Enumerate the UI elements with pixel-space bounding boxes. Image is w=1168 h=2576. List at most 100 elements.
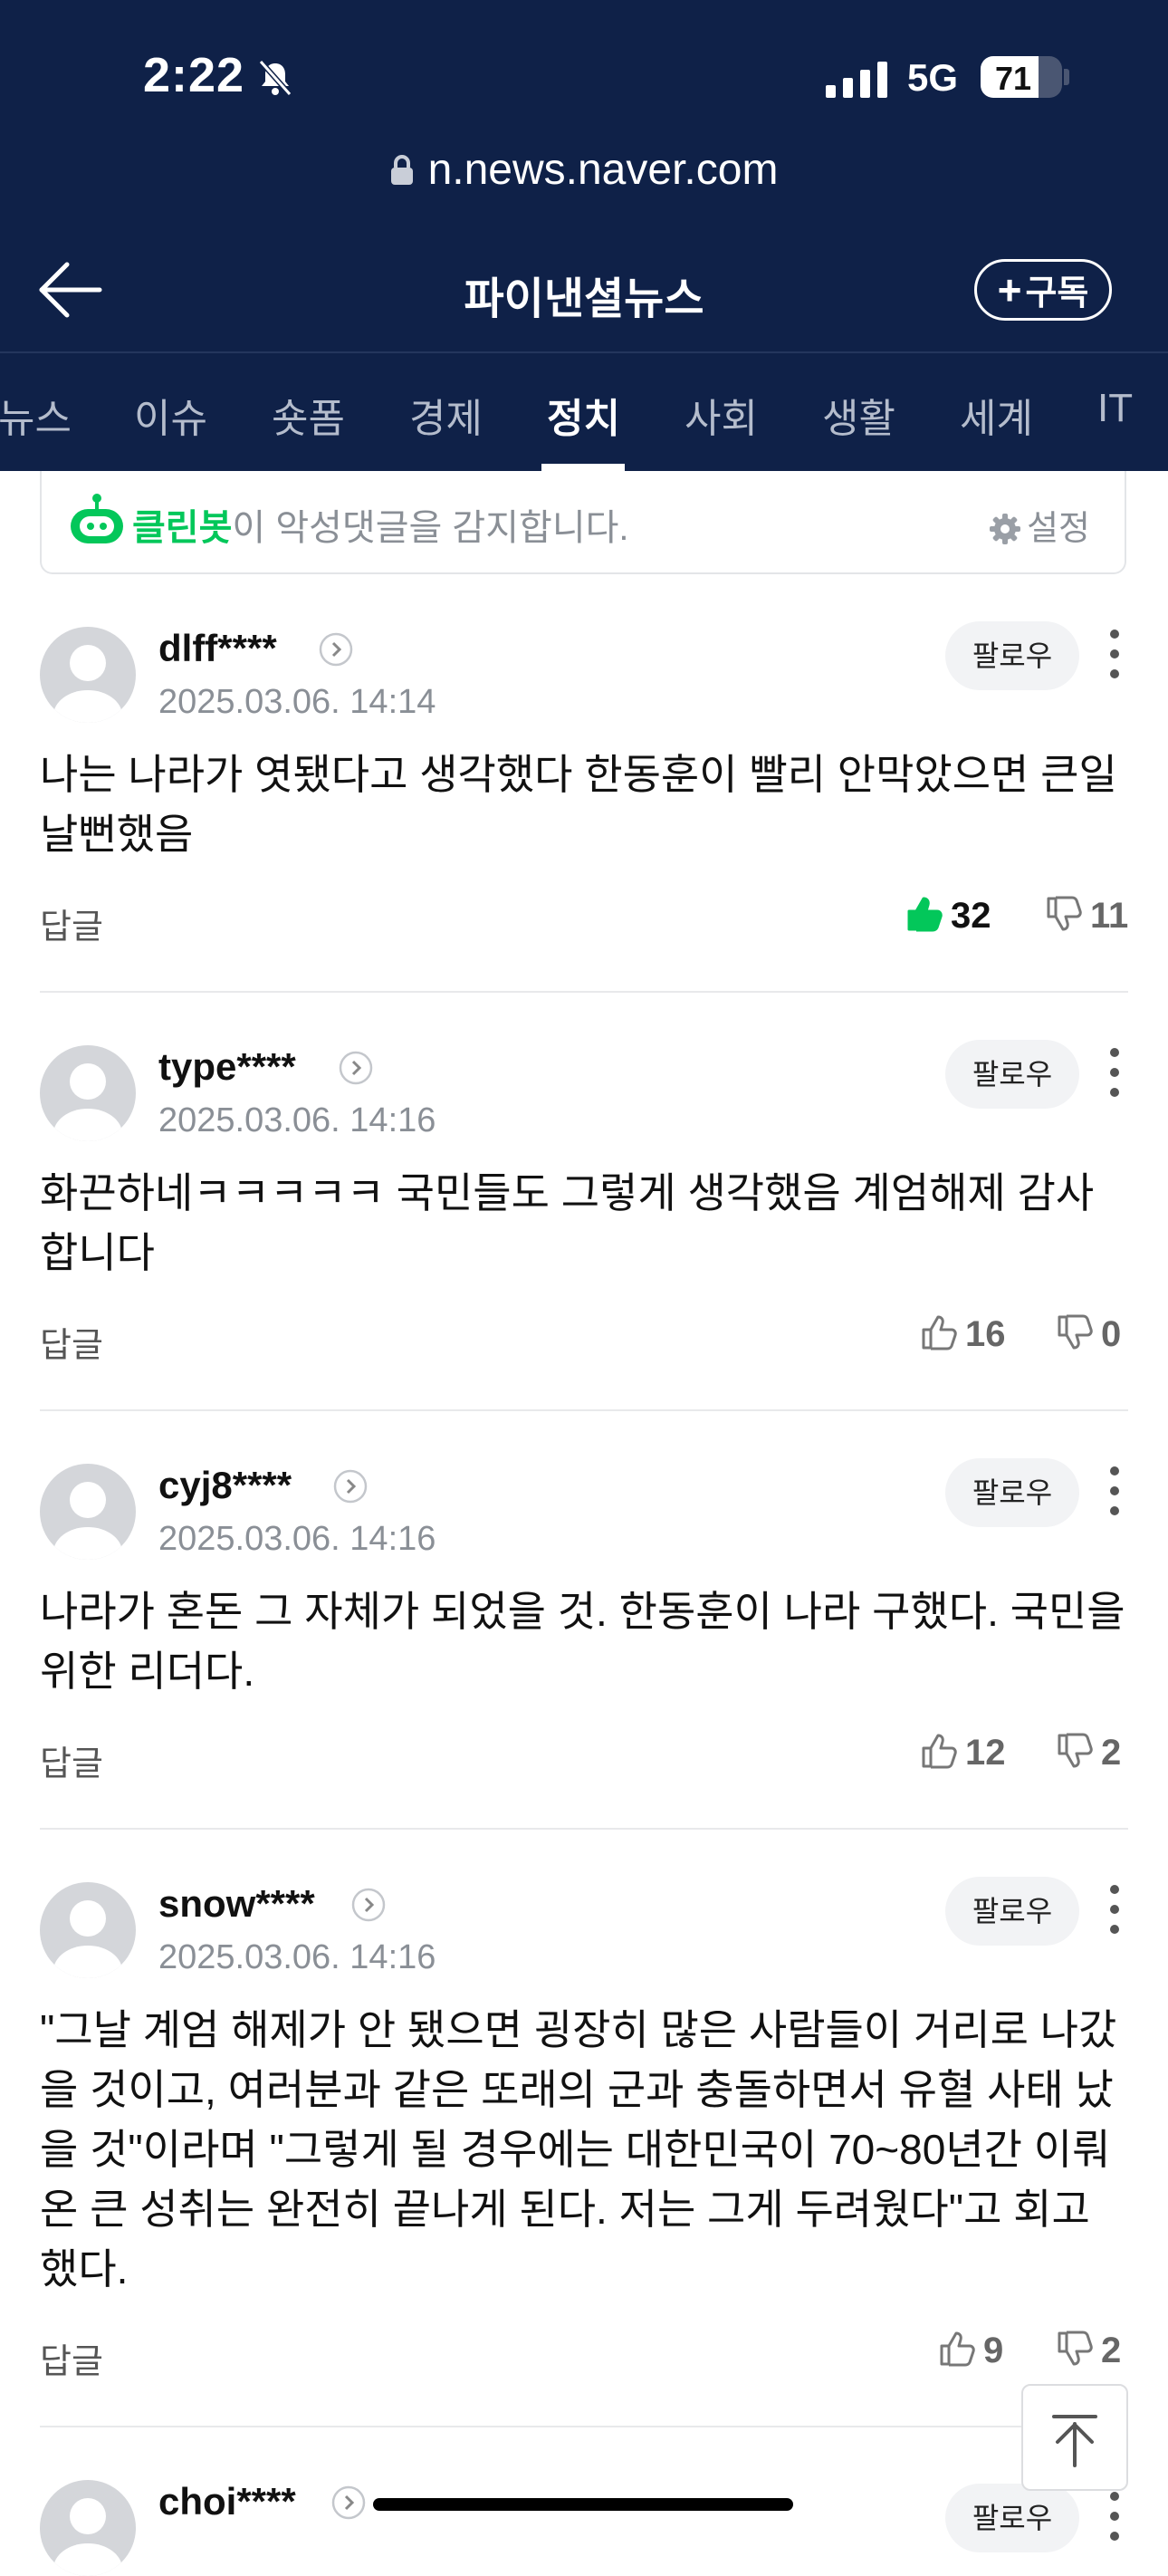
tab-world[interactable]: 세계 bbox=[960, 386, 1033, 444]
comment-text: "그날 계엄 해제가 안 됐으면 굉장히 많은 사람들이 거리로 나갔을 것이고… bbox=[40, 2006, 1117, 2292]
like-button[interactable]: 32 bbox=[905, 895, 991, 937]
arrow-up-icon bbox=[1052, 2415, 1097, 2467]
like-button[interactable]: 9 bbox=[938, 2330, 1003, 2371]
like-count: 12 bbox=[965, 1733, 1006, 1773]
reply-button[interactable]: 답글 bbox=[40, 1317, 103, 1367]
dislike-button[interactable]: 2 bbox=[1056, 2330, 1121, 2371]
tab-news[interactable]: 뉴스 bbox=[0, 386, 72, 444]
comment-divider bbox=[40, 991, 1128, 993]
cleanbot-icon bbox=[71, 494, 123, 543]
like-button[interactable]: 16 bbox=[920, 1313, 1006, 1355]
avatar[interactable] bbox=[40, 627, 136, 723]
more-options-icon[interactable] bbox=[1101, 1464, 1128, 1518]
tab-society[interactable]: 사회 bbox=[685, 386, 758, 444]
active-tab-indicator bbox=[541, 464, 625, 471]
plus-icon: + bbox=[997, 266, 1022, 313]
thumbs-down-icon bbox=[1058, 2331, 1093, 2366]
cleanbot-text: 이 악성댓글을 감지합니다. bbox=[232, 508, 629, 548]
home-indicator bbox=[373, 2498, 793, 2511]
bell-muted-icon bbox=[258, 60, 292, 96]
thumbs-down-icon bbox=[1058, 1733, 1093, 1768]
settings-label: 설정 bbox=[1027, 510, 1090, 548]
like-count: 32 bbox=[951, 896, 991, 936]
top-header: 2:22 5G 71 n.news.naver.com 파이낸셜뉴스 + 구독 … bbox=[0, 0, 1168, 471]
avatar[interactable] bbox=[40, 1464, 136, 1560]
thumbs-down-icon bbox=[1047, 896, 1082, 931]
tab-life[interactable]: 생활 bbox=[822, 386, 895, 444]
avatar[interactable] bbox=[40, 1882, 136, 1978]
comment-nickname[interactable]: cyj8**** bbox=[158, 1464, 292, 1507]
user-icon bbox=[53, 645, 122, 723]
follow-button[interactable]: 팔로우 bbox=[945, 1458, 1079, 1527]
comment-nickname[interactable]: type**** bbox=[158, 1045, 296, 1089]
chevron-right-circle-icon[interactable] bbox=[319, 632, 353, 667]
like-button[interactable]: 12 bbox=[920, 1732, 1006, 1773]
thumbs-up-icon bbox=[922, 1315, 957, 1350]
gear-icon bbox=[990, 514, 1021, 544]
more-options-icon[interactable] bbox=[1101, 1882, 1128, 1937]
thumbs-up-icon bbox=[940, 2331, 975, 2367]
dislike-count: 2 bbox=[1101, 1733, 1122, 1773]
dislike-button[interactable]: 2 bbox=[1056, 1732, 1121, 1773]
cleanbot-banner: 클린봇이 악성댓글을 감지합니다. 설정 bbox=[40, 471, 1126, 574]
follow-button[interactable]: 팔로우 bbox=[945, 2484, 1079, 2552]
comment-nickname[interactable]: dlff**** bbox=[158, 627, 277, 670]
lock-icon bbox=[390, 155, 413, 185]
scroll-to-top-button[interactable] bbox=[1021, 2384, 1128, 2491]
reply-button[interactable]: 답글 bbox=[40, 1735, 103, 1785]
thumbs-down-icon bbox=[1058, 1314, 1093, 1350]
follow-button[interactable]: 팔로우 bbox=[945, 1040, 1079, 1109]
subscribe-label: 구독 bbox=[1025, 274, 1089, 312]
subscribe-button[interactable]: + 구독 bbox=[974, 259, 1112, 321]
tab-it[interactable]: IT bbox=[1097, 386, 1133, 431]
comment-divider bbox=[40, 2426, 1128, 2427]
avatar[interactable] bbox=[40, 2480, 136, 2576]
battery-nub bbox=[1064, 69, 1069, 85]
comment-nickname[interactable]: choi**** bbox=[158, 2480, 296, 2523]
chevron-right-circle-icon[interactable] bbox=[351, 1888, 386, 1922]
comment-text: 나는 나라가 엿됐다고 생각했다 한동훈이 빨리 안막았으면 큰일날뻔했음 bbox=[40, 751, 1117, 858]
cleanbot-settings-button[interactable]: 설정 bbox=[989, 500, 1090, 550]
address-bar[interactable]: n.news.naver.com bbox=[0, 145, 1168, 195]
comment-nickname[interactable]: snow**** bbox=[158, 1882, 315, 1926]
more-options-icon[interactable] bbox=[1101, 2489, 1128, 2543]
dislike-button[interactable]: 11 bbox=[1045, 895, 1128, 937]
more-options-icon[interactable] bbox=[1101, 1045, 1128, 1100]
tab-politics[interactable]: 정치 bbox=[547, 386, 620, 444]
comment-divider bbox=[40, 1409, 1128, 1411]
comment-divider bbox=[40, 1828, 1128, 1830]
cleanbot-message: 클린봇이 악성댓글을 감지합니다. bbox=[132, 498, 629, 551]
reply-button[interactable]: 답글 bbox=[40, 2333, 103, 2383]
dislike-count: 0 bbox=[1101, 1314, 1122, 1354]
chevron-right-circle-icon[interactable] bbox=[331, 2485, 366, 2520]
comment-date: 2025.03.06. 14:16 bbox=[158, 1520, 436, 1558]
chevron-right-circle-icon[interactable] bbox=[339, 1051, 373, 1085]
dislike-count: 11 bbox=[1090, 896, 1129, 936]
cellular-signal-icon bbox=[826, 62, 887, 98]
battery-icon: 71 bbox=[981, 56, 1062, 98]
like-count: 16 bbox=[965, 1314, 1006, 1354]
thumbs-up-icon bbox=[922, 1734, 957, 1769]
thumbs-up-icon bbox=[907, 897, 943, 932]
chevron-right-circle-icon[interactable] bbox=[333, 1469, 368, 1504]
more-options-icon[interactable] bbox=[1101, 627, 1128, 681]
comment-date: 2025.03.06. 14:16 bbox=[158, 1938, 436, 1976]
tab-economy[interactable]: 경제 bbox=[409, 386, 483, 444]
user-icon bbox=[53, 1063, 122, 1141]
battery-percent: 71 bbox=[994, 60, 1032, 97]
status-bar: 2:22 5G 71 bbox=[0, 0, 1168, 159]
tab-issue[interactable]: 이슈 bbox=[134, 386, 207, 444]
follow-button[interactable]: 팔로우 bbox=[945, 621, 1079, 690]
category-tabs: 뉴스 이슈 숏폼 경제 정치 사회 생활 세계 IT bbox=[0, 353, 1168, 471]
comment-date: 2025.03.06. 14:14 bbox=[158, 683, 436, 721]
user-icon bbox=[53, 2498, 122, 2576]
user-icon bbox=[53, 1900, 122, 1978]
user-icon bbox=[53, 1482, 122, 1560]
network-type: 5G bbox=[907, 56, 959, 99]
dislike-button[interactable]: 0 bbox=[1056, 1313, 1121, 1355]
tab-shortform[interactable]: 숏폼 bbox=[272, 386, 345, 444]
follow-button[interactable]: 팔로우 bbox=[945, 1877, 1079, 1946]
reply-button[interactable]: 답글 bbox=[40, 899, 103, 948]
avatar[interactable] bbox=[40, 1045, 136, 1141]
status-time: 2:22 bbox=[143, 48, 245, 102]
